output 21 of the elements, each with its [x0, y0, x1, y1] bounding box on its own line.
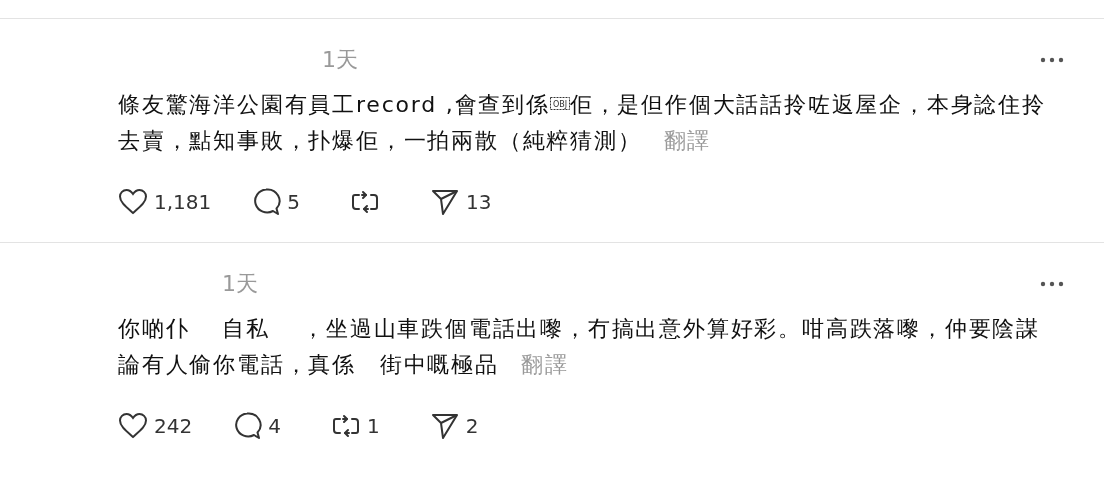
- heart-icon[interactable]: [118, 188, 148, 216]
- speech-bubble-icon[interactable]: [251, 187, 282, 217]
- more-options-icon[interactable]: [1040, 57, 1064, 63]
- repost-count: 1: [366, 414, 380, 438]
- reply-count: 5: [287, 190, 300, 214]
- share-count: 2: [465, 414, 479, 438]
- send-icon[interactable]: [429, 411, 460, 441]
- reply-count: 4: [268, 414, 281, 438]
- object-replacement-icon: OBJ: [549, 97, 570, 110]
- more-options-icon[interactable]: [1040, 281, 1064, 287]
- post-time: 1天: [322, 46, 358, 74]
- heart-icon[interactable]: [118, 412, 148, 440]
- post-time: 1天: [222, 270, 258, 298]
- send-icon[interactable]: [430, 187, 460, 217]
- like-count: 1,181: [154, 190, 212, 214]
- translate-link[interactable]: 翻譯: [520, 352, 569, 377]
- speech-bubble-icon[interactable]: [232, 411, 263, 441]
- share-count: 13: [466, 190, 492, 214]
- post-text: 你啲仆 自私 ，坐過山車跌個電話出嚟，冇搞出意外算好彩。咁高跌落嚟，仲要陰謀論有人偷你電話，真係 街中嘅極品 翻譯: [118, 315, 1041, 379]
- like-count: 242: [154, 414, 193, 438]
- translate-link[interactable]: 翻譯: [663, 128, 712, 153]
